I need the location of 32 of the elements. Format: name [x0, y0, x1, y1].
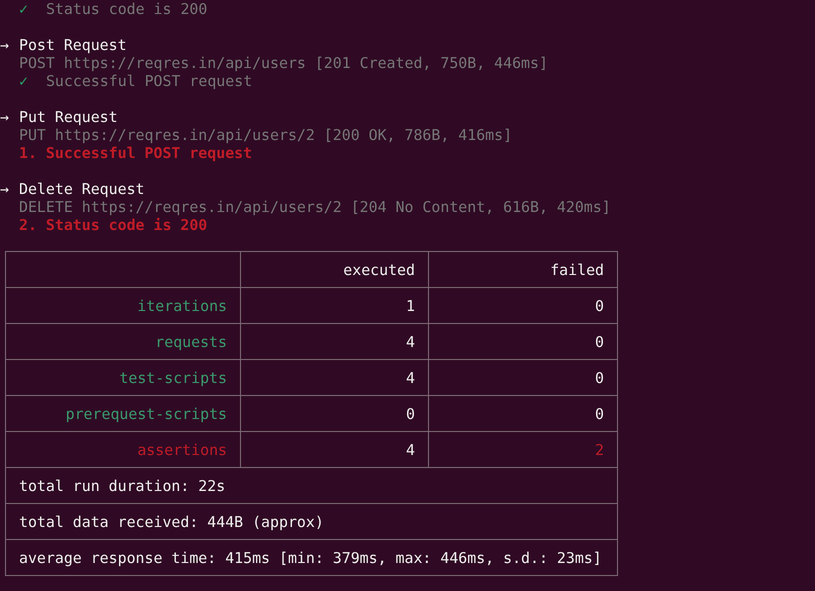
table-cell: 0 [428, 396, 618, 432]
test-failure: 2. Status code is 200 [19, 216, 208, 234]
request-name: Put Request [19, 108, 118, 126]
request-name: Delete Request [19, 180, 145, 198]
arrow-marker: → [0, 36, 10, 54]
request-line: POST https://reqres.in/api/users [201 Created, 750B, 446ms] [19, 54, 548, 72]
check-mark: ✓ [19, 0, 28, 18]
table-cell: 0 [428, 324, 618, 360]
table-cell: 1 [240, 288, 428, 324]
table-cell: 2 [428, 432, 618, 468]
request-line: PUT https://reqres.in/api/users/2 [200 OK, 786B, 416ms] [19, 126, 512, 144]
test-result: Successful POST request [46, 72, 252, 90]
column-header: failed [428, 252, 618, 288]
table-cell: 4 [240, 324, 428, 360]
test-failure: 1. Successful POST request [19, 144, 252, 162]
row-label: assertions [6, 432, 240, 468]
arrow-marker: → [0, 108, 10, 126]
arrow-marker: → [0, 180, 10, 198]
row-label: iterations [6, 288, 240, 324]
row-label: requests [6, 324, 240, 360]
request-name: Post Request [19, 36, 127, 54]
row-label: prerequest-scripts [6, 396, 240, 432]
table-cell: 0 [428, 288, 618, 324]
column-header: executed [240, 252, 428, 288]
table-cell: 0 [240, 396, 428, 432]
row-label: test-scripts [6, 360, 240, 396]
table-cell: 0 [428, 360, 618, 396]
test-result: Status code is 200 [46, 0, 208, 18]
table-cell: 4 [240, 360, 428, 396]
request-line: DELETE https://reqres.in/api/users/2 [204 No Content, 616B, 420ms] [19, 198, 611, 216]
check-mark: ✓ [19, 72, 28, 90]
table-cell: 4 [240, 432, 428, 468]
